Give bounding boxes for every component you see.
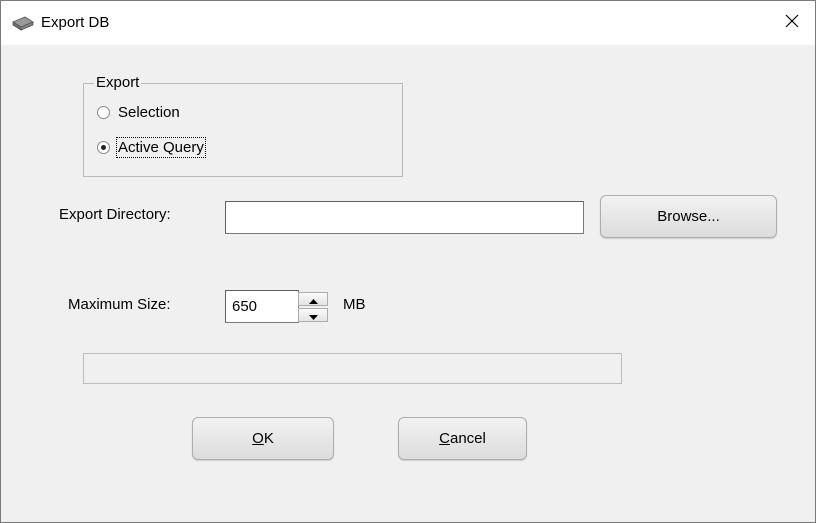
browse-button-label: Browse... bbox=[657, 208, 720, 225]
spin-up-button[interactable] bbox=[298, 292, 328, 306]
caret-down-icon bbox=[308, 307, 318, 324]
maximum-size-label: Maximum Size: bbox=[68, 296, 171, 313]
export-directory-label: Export Directory: bbox=[59, 206, 171, 223]
caret-up-icon bbox=[308, 291, 318, 308]
export-directory-input[interactable] bbox=[225, 201, 584, 234]
ok-button-label: OK bbox=[252, 430, 274, 447]
close-button[interactable] bbox=[769, 1, 815, 45]
title-bar[interactable]: Export DB bbox=[1, 1, 815, 45]
disk-drive-icon bbox=[11, 16, 35, 32]
radio-selection-label: Selection bbox=[118, 104, 180, 121]
maximum-size-input[interactable] bbox=[225, 290, 299, 323]
radio-active-query-circle[interactable] bbox=[97, 141, 110, 154]
export-groupbox: Export Selection Active Query bbox=[83, 74, 403, 177]
export-progress-bar bbox=[83, 353, 622, 384]
cancel-button[interactable]: Cancel bbox=[398, 417, 527, 460]
dialog-body: Export Selection Active Query Export Dir… bbox=[1, 45, 815, 522]
browse-button[interactable]: Browse... bbox=[600, 195, 777, 238]
ok-button[interactable]: OK bbox=[192, 417, 334, 460]
spin-down-button[interactable] bbox=[298, 308, 328, 322]
close-icon bbox=[785, 14, 799, 32]
radio-active-query-label: Active Query bbox=[116, 137, 206, 158]
radio-active-query[interactable]: Active Query bbox=[97, 137, 206, 158]
radio-selection-circle[interactable] bbox=[97, 106, 110, 119]
export-db-dialog: Export DB Export Selection Active Query … bbox=[0, 0, 816, 523]
size-unit-label: MB bbox=[343, 296, 366, 313]
maximum-size-stepper[interactable] bbox=[298, 292, 330, 322]
export-group-legend: Export bbox=[94, 74, 142, 91]
cancel-button-label: Cancel bbox=[439, 430, 486, 447]
radio-selection[interactable]: Selection bbox=[97, 104, 180, 121]
window-title: Export DB bbox=[41, 14, 110, 31]
